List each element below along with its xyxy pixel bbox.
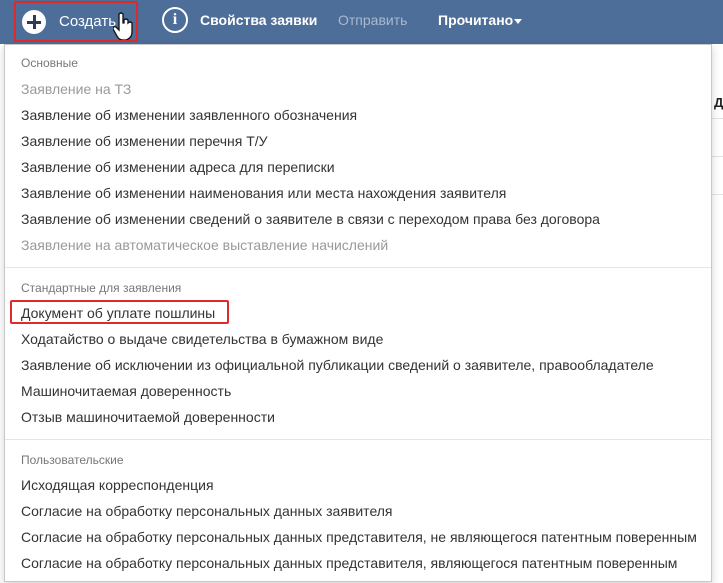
menu-item[interactable]: Заявление об изменении адреса для перепи…: [21, 159, 335, 175]
top-toolbar: Создать i Свойства заявки Отправить Проч…: [0, 0, 723, 44]
background-divider: [712, 118, 723, 119]
create-button-label: Создать: [59, 13, 117, 30]
section-header-custom: Пользовательские: [21, 453, 124, 467]
menu-divider: [5, 439, 711, 440]
menu-item[interactable]: Согласие на обработку персональных данны…: [21, 555, 677, 571]
menu-item[interactable]: Согласие на обработку персональных данны…: [21, 529, 697, 545]
section-header-standard: Стандартные для заявления: [21, 281, 182, 295]
menu-item[interactable]: Заявление об изменении наименования или …: [21, 185, 506, 201]
read-dropdown-button[interactable]: Прочитано: [438, 12, 513, 28]
caret-down-icon: [514, 19, 522, 24]
menu-divider: [5, 267, 711, 268]
send-button[interactable]: Отправить: [338, 12, 407, 28]
menu-item[interactable]: Исходящая корреспонденция: [21, 477, 214, 493]
menu-item[interactable]: Машиночитаемая доверенность: [21, 383, 231, 399]
menu-item[interactable]: Заявление об изменении сведений о заявит…: [21, 211, 600, 227]
info-circle-icon[interactable]: i: [162, 7, 188, 33]
hand-pointer-icon: [113, 12, 133, 40]
menu-item[interactable]: Заявление об исключении из официальной п…: [21, 357, 654, 373]
menu-item[interactable]: Согласие на обработку персональных данны…: [21, 503, 393, 519]
menu-item[interactable]: Отзыв машиночитаемой доверенности: [21, 409, 275, 425]
menu-item[interactable]: Заявление на ТЗ: [21, 81, 131, 97]
background-divider: [712, 156, 723, 157]
properties-button[interactable]: Свойства заявки: [200, 12, 317, 28]
menu-item-fee-payment-document[interactable]: Документ об уплате пошлины: [21, 305, 215, 321]
menu-item[interactable]: Заявление на автоматическое выставление …: [21, 237, 388, 253]
create-dropdown-menu: Основные Заявление на ТЗ Заявление об из…: [4, 44, 712, 582]
menu-item[interactable]: Ходатайство о выдаче свидетельства в бум…: [21, 331, 383, 347]
plus-circle-icon: [22, 10, 46, 34]
menu-item[interactable]: Заявление об изменении заявленного обозн…: [21, 107, 357, 123]
menu-item[interactable]: Заявление об изменении перечня Т/У: [21, 133, 268, 149]
background-column-header: Д: [714, 95, 723, 110]
background-divider: [712, 194, 723, 195]
section-header-main: Основные: [21, 56, 78, 70]
